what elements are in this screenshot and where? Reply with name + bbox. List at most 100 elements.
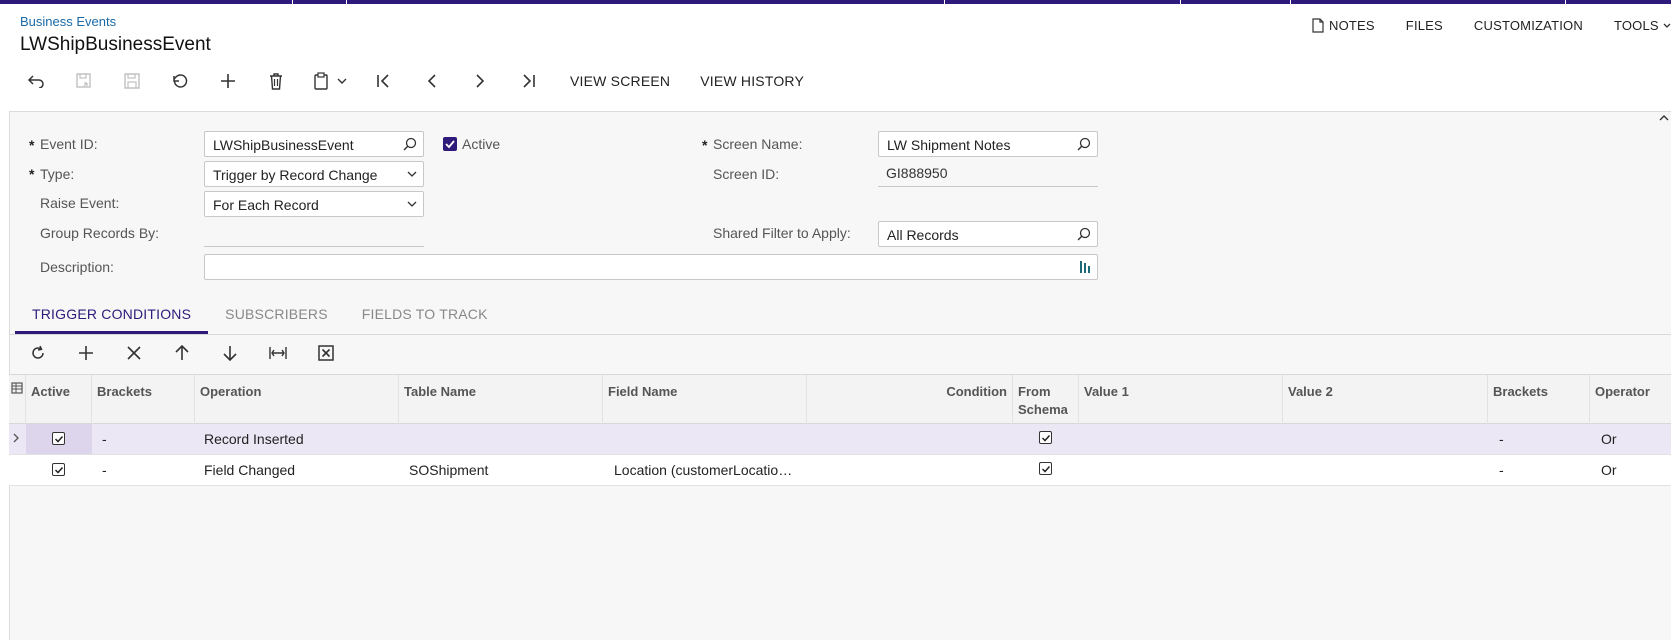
last-icon: [523, 74, 535, 88]
fit-columns-button[interactable]: [254, 338, 302, 368]
description-field[interactable]: [204, 254, 1098, 280]
refresh-icon: [32, 345, 44, 359]
col-operation[interactable]: Operation: [195, 375, 399, 424]
delete-button[interactable]: [252, 66, 300, 96]
move-down-button[interactable]: [206, 338, 254, 368]
save-button[interactable]: [108, 66, 156, 96]
operation-cell[interactable]: Record Inserted: [199, 424, 399, 454]
notes-button[interactable]: NOTES: [1312, 18, 1375, 33]
screen-id-field: GI888950: [878, 161, 1098, 187]
add-button[interactable]: [204, 66, 252, 96]
refresh-button[interactable]: [14, 338, 62, 368]
field-name-cell[interactable]: Location (customerLocatio…: [609, 455, 807, 485]
files-button[interactable]: FILES: [1406, 18, 1443, 33]
last-record-button[interactable]: [504, 66, 552, 96]
brackets-close-cell[interactable]: -: [1494, 424, 1590, 454]
raise-event-select[interactable]: For Each Record: [204, 191, 424, 217]
search-icon[interactable]: [1077, 137, 1091, 151]
col-value1[interactable]: Value 1: [1079, 375, 1283, 424]
check-icon: [54, 435, 64, 443]
search-icon[interactable]: [1077, 227, 1091, 241]
col-active[interactable]: Active: [26, 375, 92, 424]
screen-id-label: Screen ID:: [713, 166, 780, 182]
row-from-schema-checkbox[interactable]: [1039, 431, 1052, 444]
chevron-left-icon: [427, 74, 436, 88]
translate-icon[interactable]: [1079, 260, 1091, 274]
type-select[interactable]: Trigger by Record Change: [204, 161, 424, 187]
row-active-checkbox[interactable]: [52, 463, 65, 476]
collapse-icon[interactable]: [1659, 114, 1669, 122]
chevron-down-icon: [1663, 23, 1671, 28]
top-accent-stripe: [0, 0, 1671, 4]
active-cell[interactable]: [26, 455, 92, 485]
brackets-cell[interactable]: -: [97, 424, 195, 454]
screen-name-field[interactable]: LW Shipment Notes: [878, 131, 1098, 157]
table-name-cell[interactable]: [404, 424, 603, 454]
view-screen-button[interactable]: VIEW SCREEN: [570, 73, 670, 89]
move-up-button[interactable]: [158, 338, 206, 368]
save-icon: [124, 73, 140, 89]
col-from-schema[interactable]: From Schema: [1013, 375, 1079, 424]
operation-cell[interactable]: Field Changed: [199, 455, 399, 485]
type-value: Trigger by Record Change: [213, 167, 378, 183]
operator-cell[interactable]: Or: [1596, 455, 1671, 485]
col-value2[interactable]: Value 2: [1283, 375, 1488, 424]
table-name-cell[interactable]: SOShipment: [404, 455, 603, 485]
group-records-field[interactable]: [204, 221, 424, 247]
col-table-name[interactable]: Table Name: [399, 375, 603, 424]
search-icon[interactable]: [403, 137, 417, 151]
active-cell[interactable]: [26, 424, 92, 454]
from-schema-cell[interactable]: [1013, 455, 1079, 485]
previous-record-button[interactable]: [408, 66, 456, 96]
grid-settings-icon: [11, 382, 23, 394]
active-checkbox[interactable]: [443, 137, 457, 151]
required-mark: *: [702, 137, 708, 153]
row-active-checkbox[interactable]: [52, 432, 65, 445]
column-settings-button[interactable]: [9, 375, 26, 424]
col-brackets[interactable]: Brackets: [92, 375, 195, 424]
chevron-down-icon: [337, 78, 347, 84]
shared-filter-field[interactable]: All Records: [878, 221, 1098, 247]
delete-row-button[interactable]: [110, 338, 158, 368]
table-row[interactable]: - Record Inserted - Or: [9, 424, 1671, 455]
first-record-button[interactable]: [360, 66, 408, 96]
view-history-button[interactable]: VIEW HISTORY: [700, 73, 804, 89]
copy-paste-button[interactable]: [300, 66, 360, 96]
col-field-name[interactable]: Field Name: [603, 375, 807, 424]
brackets-close-cell[interactable]: -: [1494, 455, 1590, 485]
chevron-down-icon: [407, 201, 417, 207]
active-label: Active: [462, 136, 501, 152]
tab-fields-to-track[interactable]: FIELDS TO TRACK: [345, 300, 505, 334]
col-condition[interactable]: Condition: [807, 375, 1013, 424]
next-record-button[interactable]: [456, 66, 504, 96]
back-button[interactable]: [12, 66, 60, 96]
row-from-schema-checkbox[interactable]: [1039, 462, 1052, 475]
col-brackets-close[interactable]: Brackets: [1488, 375, 1590, 424]
brackets-cell[interactable]: -: [97, 455, 195, 485]
raise-event-value: For Each Record: [213, 197, 319, 213]
event-id-field[interactable]: LWShipBusinessEvent: [204, 131, 424, 157]
operator-cell[interactable]: Or: [1596, 424, 1671, 454]
save-and-close-button[interactable]: [60, 66, 108, 96]
table-row[interactable]: - Field Changed SOShipment Location (cus…: [9, 455, 1671, 486]
tab-subscribers[interactable]: SUBSCRIBERS: [208, 300, 345, 334]
save-close-icon: [76, 73, 91, 88]
raise-event-label: Raise Event:: [40, 195, 120, 211]
shared-filter-label: Shared Filter to Apply:: [713, 225, 851, 241]
top-nav: NOTES FILES CUSTOMIZATION TOOLS: [1312, 18, 1671, 33]
add-row-button[interactable]: [62, 338, 110, 368]
group-records-label: Group Records By:: [40, 225, 160, 241]
export-excel-button[interactable]: [302, 338, 350, 368]
row-selector[interactable]: [9, 424, 26, 454]
event-id-value: LWShipBusinessEvent: [213, 137, 354, 153]
tab-trigger-conditions[interactable]: TRIGGER CONDITIONS: [15, 300, 209, 334]
tools-button[interactable]: TOOLS: [1614, 18, 1671, 33]
breadcrumb[interactable]: Business Events: [20, 14, 116, 29]
cancel-button[interactable]: [156, 66, 204, 96]
col-operator[interactable]: Operator: [1590, 375, 1671, 424]
field-name-cell[interactable]: [609, 424, 807, 454]
check-icon: [445, 140, 455, 149]
arrow-down-icon: [223, 346, 237, 361]
customization-button[interactable]: CUSTOMIZATION: [1474, 18, 1583, 33]
from-schema-cell[interactable]: [1013, 424, 1079, 454]
